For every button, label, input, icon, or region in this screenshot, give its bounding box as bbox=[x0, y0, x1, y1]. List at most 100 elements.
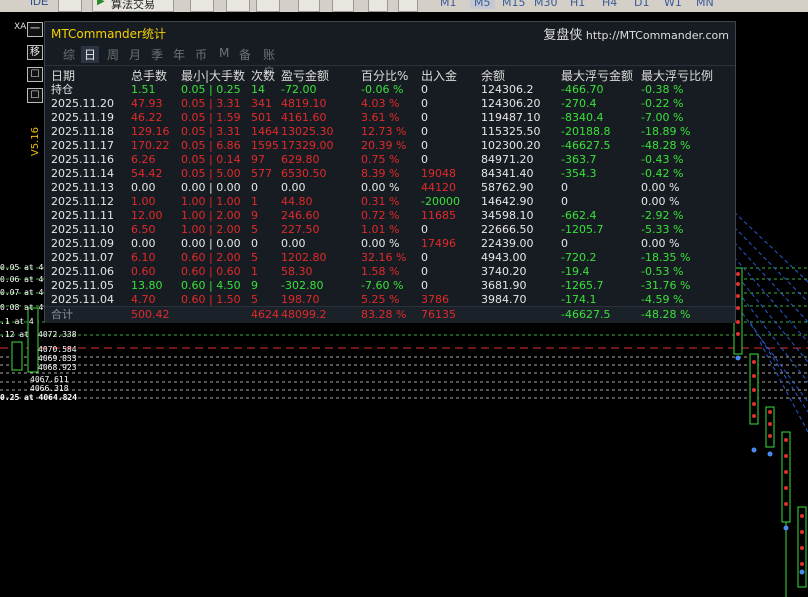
minimize-button[interactable]: 一 bbox=[27, 22, 43, 37]
tab-overview[interactable]: 综 bbox=[63, 46, 75, 63]
timeframe-w1[interactable]: W1 bbox=[664, 0, 682, 9]
cell-pnl: 13025.30 bbox=[281, 125, 334, 138]
cell-date: 2025.11.06 bbox=[51, 265, 114, 278]
cell-pnl: 17329.00 bbox=[281, 139, 334, 152]
cell-maxdd: 0 bbox=[561, 237, 568, 250]
cell-date: 2025.11.19 bbox=[51, 111, 114, 124]
col-io: 出入金 bbox=[421, 69, 458, 83]
timeframe-m1[interactable]: M1 bbox=[440, 0, 457, 9]
cell-maxdd: -270.4 bbox=[561, 97, 597, 110]
cell-io: 0 bbox=[421, 83, 428, 96]
cell-io: 17496 bbox=[421, 237, 456, 250]
table-row: 2025.11.12 1.00 1.00 | 1.00 1 44.80 0.31 % -20… bbox=[45, 195, 735, 209]
timeframe-m15[interactable]: M15 bbox=[502, 0, 526, 9]
line-tool-icon[interactable] bbox=[368, 0, 388, 12]
timeframe-d1[interactable]: D1 bbox=[634, 0, 649, 9]
col-maxdd: 最大浮亏金额 bbox=[561, 69, 634, 83]
cell-maxddpct: -0.42 % bbox=[641, 167, 684, 180]
cell-maxdd: -46627.5 bbox=[561, 308, 611, 321]
cell-maxddpct: -7.00 % bbox=[641, 111, 684, 124]
cursor-icon[interactable] bbox=[298, 0, 320, 12]
cell-lots: 4.70 bbox=[131, 293, 156, 306]
cell-io: 0 bbox=[421, 223, 428, 236]
cell-pct: 83.28 % bbox=[361, 308, 407, 321]
algo-trading-button[interactable]: ▶ 算法交易 bbox=[92, 0, 174, 12]
tab-month[interactable]: 月 bbox=[129, 46, 141, 63]
cell-lots: 6.50 bbox=[131, 223, 156, 236]
cell-balance: 84971.20 bbox=[481, 153, 534, 166]
cell-maxddpct: 0.00 % bbox=[641, 181, 680, 194]
tab-note[interactable]: 备 bbox=[239, 46, 251, 63]
cell-pct: 0.75 % bbox=[361, 153, 400, 166]
table-row: 2025.11.13 0.00 0.00 | 0.00 0 0.00 0.00 % 4412… bbox=[45, 181, 735, 195]
cell-balance: 3740.20 bbox=[481, 265, 527, 278]
toggle-button-2[interactable]: ☐ bbox=[27, 88, 43, 103]
cell-count: 9 bbox=[251, 279, 258, 292]
brand-url: http://MTCommander.com bbox=[585, 29, 729, 42]
cell-count: 0 bbox=[251, 181, 258, 194]
globe-icon[interactable] bbox=[58, 0, 82, 12]
chart-type-icon[interactable] bbox=[190, 0, 214, 12]
tab-divider bbox=[45, 65, 735, 66]
cell-balance: 119487.10 bbox=[481, 111, 541, 124]
crosshair-icon[interactable] bbox=[332, 0, 354, 12]
price-value: 4070.584 bbox=[38, 345, 77, 354]
tab-year[interactable]: 年 bbox=[173, 46, 185, 63]
cell-lots: 0.00 bbox=[131, 237, 156, 250]
cell-pct: 0.00 % bbox=[361, 181, 400, 194]
cell-pct: 8.39 % bbox=[361, 167, 400, 180]
timeframe-mn[interactable]: MN bbox=[696, 0, 714, 9]
cell-lots: 12.00 bbox=[131, 209, 163, 222]
toggle-button-1[interactable]: ☐ bbox=[27, 67, 43, 82]
cell-io: 3786 bbox=[421, 293, 449, 306]
cell-pct: 5.25 % bbox=[361, 293, 400, 306]
cell-maxdd: -1205.7 bbox=[561, 223, 604, 236]
tab-quarter[interactable]: 季 bbox=[151, 46, 163, 63]
cell-maxdd: -46627.5 bbox=[561, 139, 611, 152]
table-row: 2025.11.18 129.16 0.05 | 3.31 1464 13025.30 1… bbox=[45, 125, 735, 139]
timeframe-m30[interactable]: M30 bbox=[534, 0, 558, 9]
cell-minmax: 0.60 | 0.60 bbox=[181, 265, 241, 278]
tab-magic[interactable]: M bbox=[219, 46, 229, 60]
move-button[interactable]: 移 bbox=[27, 45, 43, 60]
price-value: 4072.338 bbox=[38, 330, 77, 339]
version-label: V5.16 bbox=[30, 127, 41, 157]
ide-button[interactable]: IDE bbox=[30, 0, 48, 8]
tab-week[interactable]: 周 bbox=[107, 46, 119, 63]
top-toolbar: IDE ▶ 算法交易 M1 M5 M15 M30 H1 H4 D1 W1 MN bbox=[0, 0, 808, 12]
timeframe-h4[interactable]: H4 bbox=[602, 0, 617, 9]
cell-date: 2025.11.13 bbox=[51, 181, 114, 194]
cell-balance: 115325.50 bbox=[481, 125, 541, 138]
cell-minmax: 0.60 | 4.50 bbox=[181, 279, 241, 292]
cell-pnl: -72.00 bbox=[281, 83, 317, 96]
cell-maxddpct: -0.22 % bbox=[641, 97, 684, 110]
cell-count: 14 bbox=[251, 83, 265, 96]
cell-date: 2025.11.17 bbox=[51, 139, 114, 152]
cell-count: 9 bbox=[251, 209, 258, 222]
cell-pnl: -302.80 bbox=[281, 279, 324, 292]
brand-link[interactable]: 复盘侠 http://MTCommander.com bbox=[543, 24, 729, 43]
price-label: .12 at bbox=[0, 330, 29, 339]
cell-balance: 22666.50 bbox=[481, 223, 534, 236]
timeframe-m5[interactable]: M5 bbox=[470, 0, 495, 9]
zoom-in-icon[interactable] bbox=[226, 0, 250, 12]
cell-io: 11685 bbox=[421, 209, 456, 222]
cell-pnl: 246.60 bbox=[281, 209, 320, 222]
cell-pct: 1.58 % bbox=[361, 265, 400, 278]
timeframe-h1[interactable]: H1 bbox=[570, 0, 585, 9]
cell-pnl: 48099.2 bbox=[281, 308, 327, 321]
zoom-out-icon[interactable] bbox=[256, 0, 280, 12]
trendline-icon[interactable] bbox=[398, 0, 418, 12]
cell-minmax: 0.05 | 5.00 bbox=[181, 167, 241, 180]
col-pct: 百分比% bbox=[361, 69, 409, 83]
play-icon: ▶ bbox=[97, 0, 105, 7]
cell-count: 501 bbox=[251, 111, 272, 124]
col-count: 次数 bbox=[251, 69, 276, 83]
cell-maxdd: -662.4 bbox=[561, 209, 597, 222]
cell-count: 577 bbox=[251, 167, 272, 180]
tab-symbol[interactable]: 币 bbox=[195, 46, 207, 63]
col-balance: 余额 bbox=[481, 69, 506, 83]
cell-minmax: 0.05 | 0.14 bbox=[181, 153, 241, 166]
cell-maxdd: -8340.4 bbox=[561, 111, 604, 124]
tab-day[interactable]: 日 bbox=[81, 46, 100, 63]
